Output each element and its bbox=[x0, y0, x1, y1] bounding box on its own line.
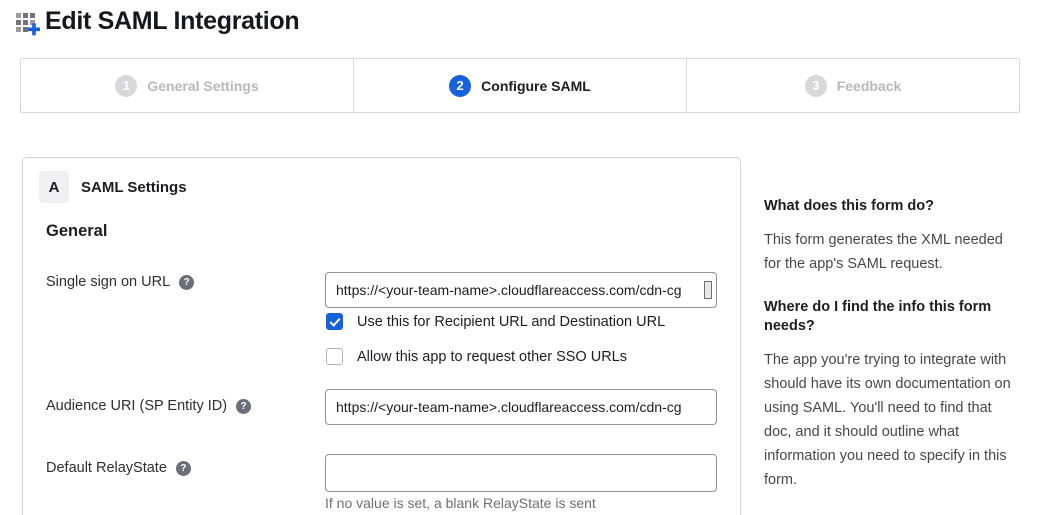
step-label: Configure SAML bbox=[481, 78, 591, 94]
step-number: 2 bbox=[449, 75, 471, 97]
edit-saml-integration-screen: Edit SAML Integration 1 General Settings… bbox=[0, 0, 1063, 515]
add-app-grid-icon bbox=[14, 8, 42, 36]
default-relaystate-input-wrap bbox=[325, 454, 717, 492]
page-header: Edit SAML Integration bbox=[14, 7, 299, 36]
other-sso-urls-checkbox[interactable] bbox=[326, 348, 343, 365]
general-heading: General bbox=[46, 222, 107, 241]
checkbox-label: Allow this app to request other SSO URLs bbox=[357, 349, 627, 365]
recipient-url-checkbox[interactable] bbox=[326, 313, 343, 330]
sidebar-body-where: The app you're trying to integrate with … bbox=[764, 348, 1014, 492]
relaystate-helper-text: If no value is set, a blank RelayState i… bbox=[325, 495, 596, 511]
checkbox-label: Use this for Recipient URL and Destinati… bbox=[357, 314, 665, 330]
audience-uri-input[interactable] bbox=[325, 389, 717, 425]
field-label-text: Default RelayState bbox=[46, 460, 167, 476]
audience-uri-label: Audience URI (SP Entity ID) ? bbox=[46, 398, 251, 414]
panel-title: SAML Settings bbox=[81, 171, 187, 203]
field-label-text: Audience URI (SP Entity ID) bbox=[46, 398, 227, 414]
step-feedback[interactable]: 3 Feedback bbox=[686, 59, 1019, 112]
sidebar-heading-where: Where do I find the info this form needs… bbox=[764, 298, 1014, 336]
other-sso-urls-checkbox-row[interactable]: Allow this app to request other SSO URLs bbox=[326, 348, 627, 365]
step-label: Feedback bbox=[837, 78, 902, 94]
sidebar-body-what: This form generates the XML needed for t… bbox=[764, 228, 1014, 276]
help-icon[interactable]: ? bbox=[176, 461, 191, 476]
step-label: General Settings bbox=[147, 78, 258, 94]
step-number: 1 bbox=[115, 75, 137, 97]
recipient-url-checkbox-row[interactable]: Use this for Recipient URL and Destinati… bbox=[326, 313, 665, 330]
field-label-text: Single sign on URL bbox=[46, 274, 170, 290]
step-number: 3 bbox=[805, 75, 827, 97]
step-configure-saml[interactable]: 2 Configure SAML bbox=[353, 59, 686, 112]
text-cursor bbox=[704, 281, 712, 299]
single-sign-on-url-label: Single sign on URL ? bbox=[46, 274, 194, 290]
help-icon[interactable]: ? bbox=[236, 399, 251, 414]
single-sign-on-url-input[interactable] bbox=[325, 272, 717, 308]
wizard-stepper: 1 General Settings 2 Configure SAML 3 Fe… bbox=[20, 58, 1020, 113]
audience-uri-input-wrap bbox=[325, 389, 717, 425]
default-relaystate-label: Default RelayState ? bbox=[46, 460, 191, 476]
step-general-settings[interactable]: 1 General Settings bbox=[21, 59, 353, 112]
page-title: Edit SAML Integration bbox=[45, 7, 299, 36]
single-sign-on-url-input-wrap bbox=[325, 272, 717, 308]
default-relaystate-input[interactable] bbox=[325, 454, 717, 492]
sidebar-heading-what: What does this form do? bbox=[764, 197, 1014, 216]
help-icon[interactable]: ? bbox=[179, 275, 194, 290]
section-badge: A bbox=[39, 171, 69, 203]
help-sidebar: What does this form do? This form genera… bbox=[764, 197, 1014, 492]
saml-settings-panel: A SAML Settings General Single sign on U… bbox=[22, 157, 741, 515]
